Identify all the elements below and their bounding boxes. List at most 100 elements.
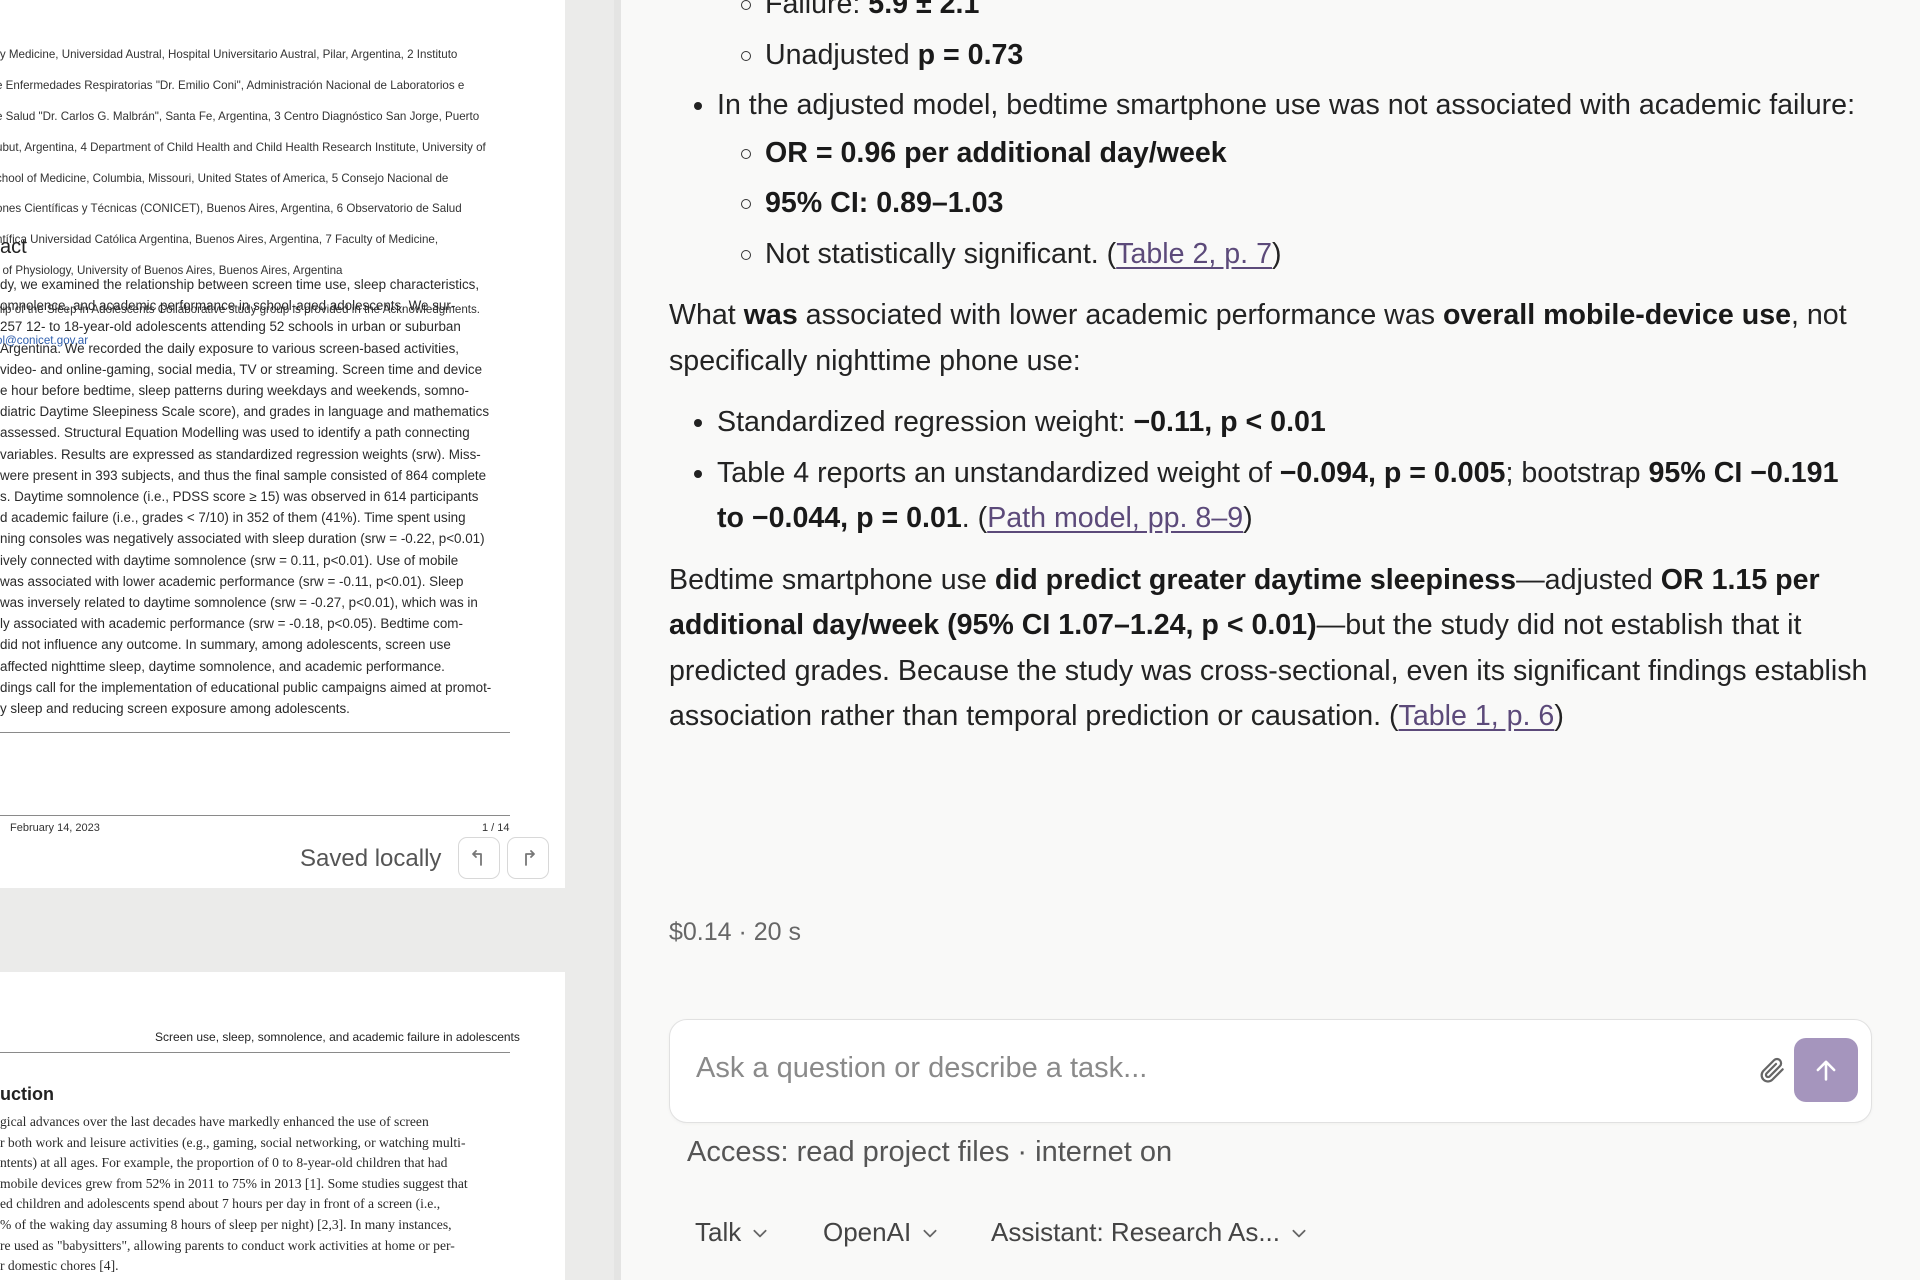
body-line: ntents) at all ages. For example, the pr… <box>0 1155 448 1171</box>
body-line: r both work and leisure activities (e.g.… <box>0 1134 466 1150</box>
text-run: ; bootstrap <box>1505 456 1649 489</box>
footer-page-number: 1 / 14 <box>482 822 510 834</box>
list-item: Table 4 reports an unstandardized weight… <box>694 451 1869 542</box>
redo-icon <box>525 850 535 866</box>
item-text: ) <box>1271 237 1282 270</box>
assistant-answer: Failure: 5.9 ± 2.1 Unadjusted p = 0.73 I… <box>669 0 1869 756</box>
affiliation-line: e Salud "Dr. Carlos G. Malbrán", Santa F… <box>0 110 480 124</box>
body-line: r domestic chores [4]. <box>0 1258 119 1274</box>
text-run: ) <box>1243 502 1253 534</box>
access-status: Access: read project files · internet on <box>687 1136 1173 1168</box>
text-run: ) <box>1554 700 1564 732</box>
item-value: 5.9 ± 2.1 <box>868 0 980 20</box>
bold-run: −0.094, p = 0.005 <box>1279 456 1506 489</box>
chat-panel: Failure: 5.9 ± 2.1 Unadjusted p = 0.73 I… <box>621 0 1920 1280</box>
response-meta: $0.14 · 20 s <box>669 918 802 946</box>
citation-link[interactable]: Table 1, p. 6 <box>1399 700 1555 732</box>
body-line: mobile devices grew from 52% in 2011 to … <box>0 1175 468 1191</box>
prompt-input[interactable]: Ask a question or describe a task... <box>696 1052 1147 1085</box>
text-run: —adjusted <box>1516 563 1661 596</box>
bullet-list: In the adjusted model, bedtime smartphon… <box>694 83 1869 278</box>
divider-rule <box>0 732 510 733</box>
list-item: Standardized regression weight: −0.11, p… <box>694 400 1869 446</box>
pdf-page-1: ry Medicine, Universidad Austral, Hospit… <box>0 0 565 888</box>
send-button[interactable] <box>1794 1038 1858 1102</box>
list-item: Unadjusted p = 0.73 <box>741 33 1869 79</box>
assistant-dropdown[interactable]: Assistant: Research As... <box>991 1217 1308 1248</box>
item-value: −0.11, p < 0.01 <box>1133 406 1326 438</box>
bold-run: was <box>743 299 798 331</box>
running-head: Screen use, sleep, somnolence, and acade… <box>155 1030 520 1044</box>
dropdown-label: Assistant: Research As... <box>991 1217 1281 1247</box>
provider-dropdown[interactable]: OpenAI <box>823 1217 939 1248</box>
text-run: . ( <box>961 502 988 534</box>
affiliation-line: chool of Medicine, Columbia, Missouri, U… <box>0 171 449 185</box>
list-item: OR = 0.96 per additional day/week <box>741 131 1869 177</box>
affiliation-line: ubut, Argentina, 4 Department of Child H… <box>0 140 486 154</box>
answer-paragraph: Bedtime smartphone use did predict great… <box>669 558 1869 740</box>
bold-run: overall mobile-device use <box>1442 299 1792 331</box>
body-line: % of the waking day assuming 8 hours of … <box>0 1216 452 1232</box>
abstract-line: were present in 393 subjects, and thus t… <box>0 467 487 483</box>
save-status: Saved locally <box>300 845 442 872</box>
item-text: In the adjusted model, bedtime smartphon… <box>717 89 1856 121</box>
footer-rule <box>0 815 510 816</box>
header-rule <box>0 1052 510 1053</box>
sub-list: OR = 0.96 per additional day/week 95% CI… <box>741 131 1869 278</box>
item-label: Unadjusted <box>765 38 918 71</box>
footer-date: February 14, 2023 <box>10 822 100 834</box>
abstract-body: dy, we examined the relationship between… <box>0 274 512 719</box>
paperclip-icon <box>1760 1057 1784 1083</box>
abstract-line: affected nighttime sleep, daytime somnol… <box>0 658 445 674</box>
abstract-line: ning consoles was negatively associated … <box>0 531 485 547</box>
section-title: uction <box>0 1084 54 1104</box>
abstract-line: y sleep and reducing screen exposure amo… <box>0 701 350 717</box>
text-run: Table 4 reports an unstandardized weight… <box>717 456 1280 489</box>
list-item: In the adjusted model, bedtime smartphon… <box>694 83 1869 278</box>
abstract-line: variables. Results are expressed as stan… <box>0 446 481 462</box>
attach-button[interactable] <box>1752 1050 1792 1090</box>
list-item: 95% CI: 0.89–1.03 <box>741 181 1869 227</box>
redo-button[interactable] <box>507 837 549 879</box>
abstract-line: did not influence any outcome. In summar… <box>0 637 451 653</box>
text-run: Bedtime smartphone use <box>669 563 995 596</box>
abstract-line: dings call for the implementation of edu… <box>0 679 492 695</box>
abstract-line: video- and online-gaming, social media, … <box>0 361 483 377</box>
undo-button[interactable] <box>458 837 500 879</box>
pdf-viewer[interactable]: ry Medicine, Universidad Austral, Hospit… <box>0 0 620 1280</box>
affiliation-line: ntífica Universidad Católica Argentina, … <box>0 233 439 247</box>
body-line: re used as "babysitters", allowing paren… <box>0 1237 455 1253</box>
list-item: Failure: 5.9 ± 2.1 <box>741 0 1869 28</box>
abstract-line: 257 12- to 18-year-old adolescents atten… <box>0 319 461 335</box>
pdf-page-2: Screen use, sleep, somnolence, and acade… <box>0 972 565 1280</box>
undo-icon <box>472 850 482 866</box>
body-line: gical advances over the last decades hav… <box>0 1114 429 1129</box>
abstract-line: s. Daytime somnolence (i.e., PDSS score … <box>0 489 479 505</box>
text-run: associated with lower academic performan… <box>797 299 1443 331</box>
chat-composer[interactable]: Ask a question or describe a task... <box>669 1019 1872 1123</box>
abstract-line: dy, we examined the relationship between… <box>0 277 480 292</box>
abstract-line: was associated with lower academic perfo… <box>0 573 464 589</box>
abstract-line: ly associated with academic performance … <box>0 616 463 632</box>
chevron-down-icon <box>923 1229 937 1237</box>
chevron-down-icon <box>753 1229 767 1237</box>
sub-list: Failure: 5.9 ± 2.1 Unadjusted p = 0.73 <box>741 0 1869 79</box>
abstract-line: assessed. Structural Equation Modelling … <box>0 425 470 441</box>
item-value: p = 0.73 <box>917 38 1024 71</box>
item-value: 95% CI: 0.89–1.03 <box>765 187 1004 219</box>
abstract-line: ively connected with daytime somnolence … <box>0 552 459 568</box>
citation-link[interactable]: Path model, pp. 8–9 <box>987 502 1243 534</box>
arrow-up-icon <box>1816 1060 1836 1081</box>
abstract-line: Argentina. We recorded the daily exposur… <box>0 340 459 356</box>
abstract-heading: act <box>0 236 27 258</box>
abstract-line: e hour before bedtime, sleep patterns du… <box>0 383 469 399</box>
citation-link[interactable]: Table 2, p. 7 <box>1116 238 1272 270</box>
affiliation-line: ry Medicine, Universidad Austral, Hospit… <box>0 48 458 62</box>
bold-run: did predict greater daytime sleepiness <box>994 563 1517 596</box>
abstract-line: d academic failure (i.e., grades < 7/10)… <box>0 510 466 526</box>
item-label: Standardized regression weight: <box>717 406 1134 438</box>
abstract-line: was inversely related to daytime somnole… <box>0 595 478 611</box>
mode-dropdown[interactable]: Talk <box>695 1217 769 1248</box>
bullet-list: Standardized regression weight: −0.11, p… <box>694 400 1869 542</box>
item-text: Not statistically significant. ( <box>765 237 1117 270</box>
